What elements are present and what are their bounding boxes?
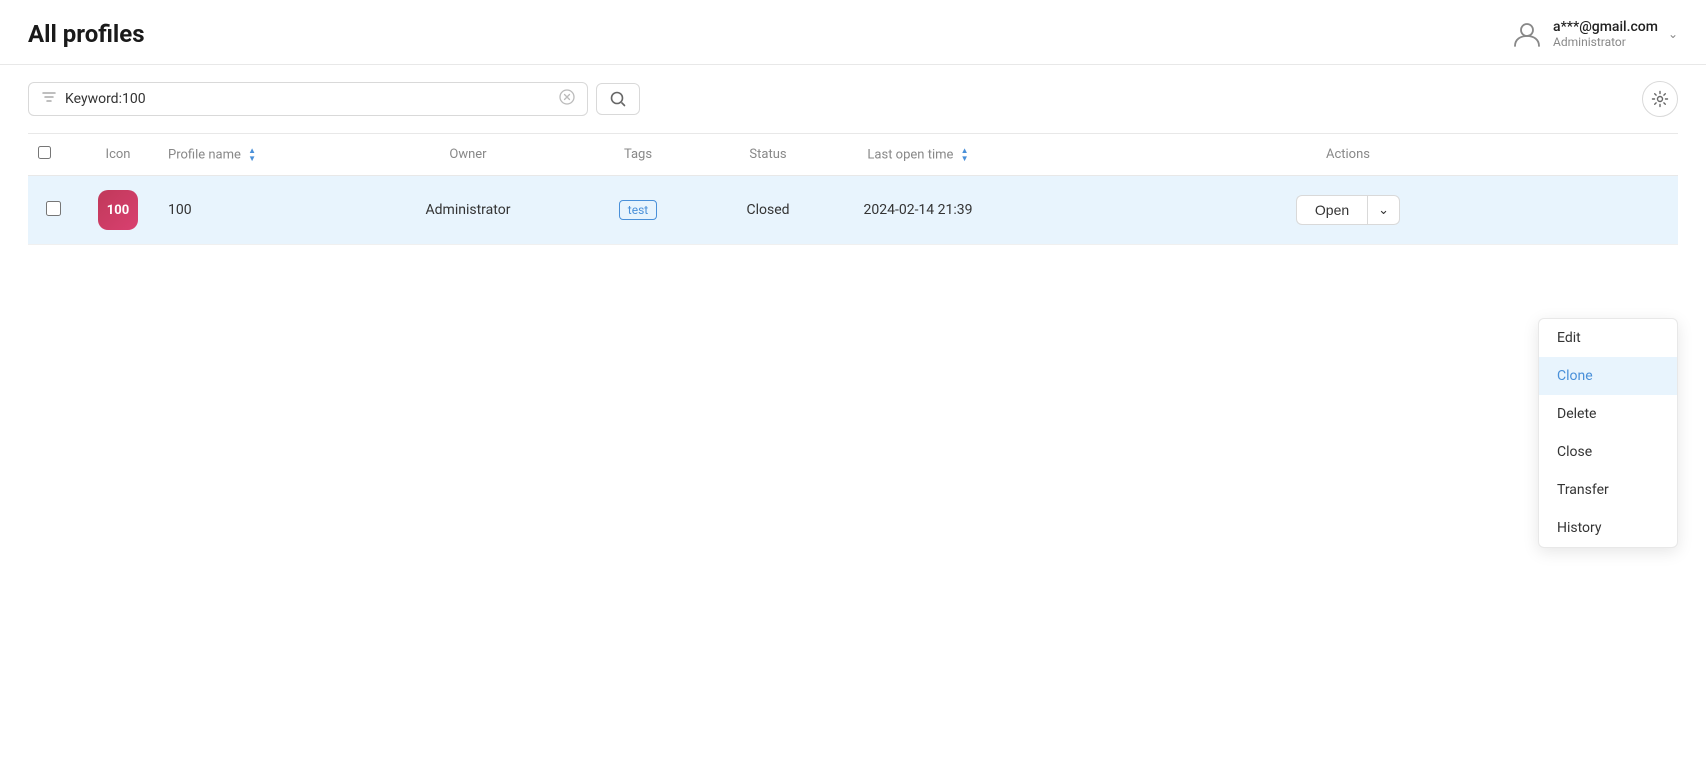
- user-menu[interactable]: a***@gmail.com Administrator ⌄: [1511, 18, 1678, 50]
- row-last-open-cell: 2024-02-14 21:39: [818, 176, 1018, 245]
- row-icon-cell: 100: [78, 176, 158, 245]
- col-header-profile-name[interactable]: Profile name ▲ ▼: [158, 134, 378, 176]
- row-status-cell: Closed: [718, 176, 818, 245]
- col-header-tags: Tags: [558, 134, 718, 176]
- menu-item-delete[interactable]: Delete: [1539, 395, 1677, 433]
- row-actions-cell: Open ⌄: [1018, 176, 1678, 245]
- row-checkbox-cell: [28, 176, 78, 245]
- row-owner-cell: Administrator: [378, 176, 558, 245]
- row-profile-name-cell: 100: [158, 176, 378, 245]
- col-header-status: Status: [718, 134, 818, 176]
- row-checkbox[interactable]: [46, 201, 61, 216]
- select-all-checkbox[interactable]: [38, 146, 51, 159]
- table-header-row: Icon Profile name ▲ ▼ Owner Tags: [28, 134, 1678, 176]
- search-box[interactable]: Keyword:100: [28, 82, 588, 116]
- search-button[interactable]: [596, 83, 640, 115]
- last-open-time-text: 2024-02-14 21:39: [863, 202, 972, 218]
- col-header-actions: Actions: [1018, 134, 1678, 176]
- filter-icon: [41, 89, 57, 109]
- open-dropdown-button[interactable]: ⌄: [1367, 195, 1400, 225]
- user-email: a***@gmail.com: [1553, 19, 1658, 35]
- sort-lastopen-icon[interactable]: ▲ ▼: [961, 147, 969, 163]
- clear-icon[interactable]: [559, 89, 575, 109]
- owner-text: Administrator: [426, 202, 511, 218]
- table-container: Icon Profile name ▲ ▼ Owner Tags: [0, 133, 1706, 245]
- status-text: Closed: [746, 202, 789, 218]
- page-container: All profiles a***@gmail.com Administrato…: [0, 0, 1706, 762]
- col-header-last-open-time[interactable]: Last open time ▲ ▼: [818, 134, 1018, 176]
- row-tags-cell: test: [558, 176, 718, 245]
- dropdown-arrow-icon: ⌄: [1378, 202, 1389, 217]
- toolbar: Keyword:100: [0, 65, 1706, 133]
- search-input-text: Keyword:100: [65, 91, 551, 107]
- profiles-table: Icon Profile name ▲ ▼ Owner Tags: [28, 133, 1678, 245]
- profile-icon-badge: 100: [98, 190, 138, 230]
- page-title: All profiles: [28, 20, 145, 48]
- search-area: Keyword:100: [28, 82, 640, 116]
- search-icon: [609, 90, 627, 108]
- menu-item-edit[interactable]: Edit: [1539, 319, 1677, 357]
- menu-item-close[interactable]: Close: [1539, 433, 1677, 471]
- col-header-checkbox: [28, 134, 78, 176]
- header: All profiles a***@gmail.com Administrato…: [0, 0, 1706, 65]
- open-button[interactable]: Open: [1296, 195, 1367, 225]
- tag-badge[interactable]: test: [619, 200, 657, 220]
- menu-item-clone[interactable]: Clone: [1539, 357, 1677, 395]
- open-btn-group: Open ⌄: [1296, 195, 1400, 225]
- user-role: Administrator: [1553, 35, 1626, 49]
- col-header-icon: Icon: [78, 134, 158, 176]
- table-row: 100 100 Administrator test Closed: [28, 176, 1678, 245]
- user-details: a***@gmail.com Administrator: [1553, 19, 1658, 49]
- actions-dropdown-menu: Edit Clone Delete Close Transfer History: [1538, 318, 1678, 548]
- chevron-down-icon: ⌄: [1668, 27, 1678, 41]
- gear-icon: [1651, 90, 1669, 108]
- col-header-owner: Owner: [378, 134, 558, 176]
- user-avatar-icon: [1511, 18, 1543, 50]
- sort-profile-icon[interactable]: ▲ ▼: [248, 147, 256, 163]
- menu-item-transfer[interactable]: Transfer: [1539, 471, 1677, 509]
- menu-item-history[interactable]: History: [1539, 509, 1677, 547]
- settings-button[interactable]: [1642, 81, 1678, 117]
- profile-name-text: 100: [168, 202, 192, 218]
